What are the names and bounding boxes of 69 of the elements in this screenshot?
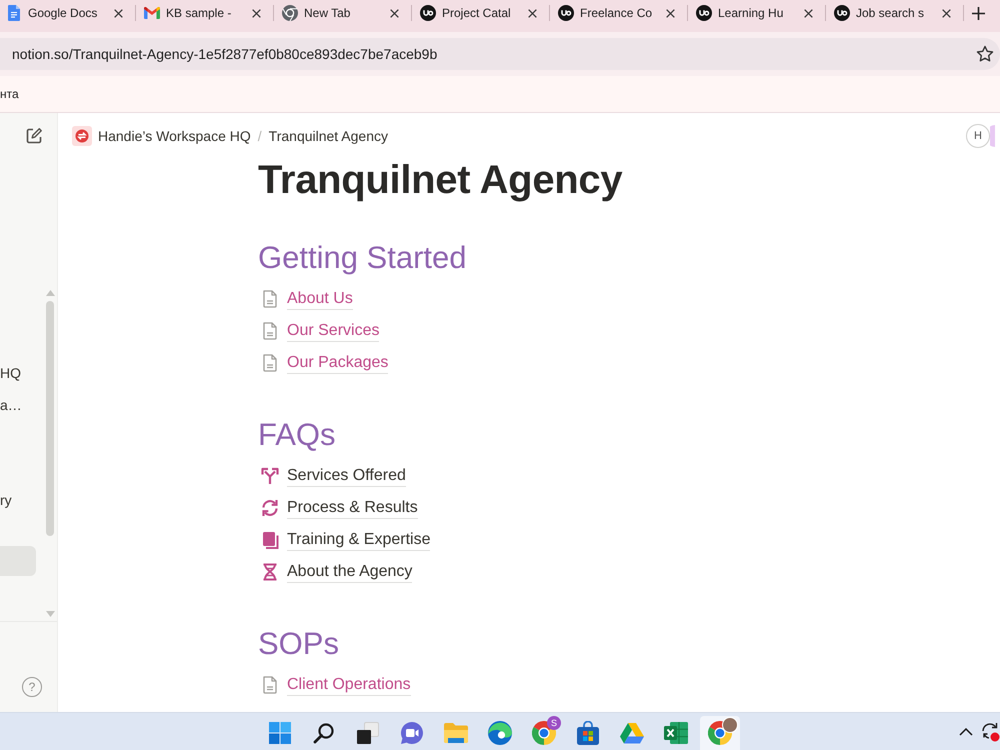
section-heading: FAQs <box>258 416 337 454</box>
mail-icon <box>144 7 160 19</box>
document-icon <box>8 5 20 21</box>
video-chat-icon <box>400 721 424 745</box>
browser-tab[interactable]: Job search s <box>828 0 963 26</box>
sidebar-item[interactable]: ry <box>0 485 36 515</box>
section-heading: SOPs <box>258 625 340 663</box>
page-title: Tranquilnet Agency <box>258 158 624 202</box>
page-icon <box>262 354 278 372</box>
close-icon[interactable] <box>252 8 261 18</box>
ring-logo-icon <box>282 5 298 21</box>
page-link[interactable]: Client Operations <box>287 674 411 696</box>
page-icon <box>262 290 278 308</box>
scrollbar-thumb[interactable] <box>46 301 54 536</box>
page-link[interactable]: Training & Expertise <box>287 529 430 551</box>
profile-badge: S <box>547 716 561 730</box>
close-icon[interactable] <box>666 8 675 18</box>
browser-tab[interactable]: Learning Hu <box>690 0 825 26</box>
swirl-icon <box>488 721 512 745</box>
close-icon[interactable] <box>528 8 537 18</box>
close-icon[interactable] <box>114 8 123 18</box>
round-logo-icon <box>420 5 436 21</box>
bookmark-item[interactable]: нта <box>0 82 19 106</box>
page-icon <box>262 322 278 340</box>
user-avatar[interactable]: H <box>966 124 990 148</box>
breadcrumb-separator: / <box>258 128 262 144</box>
section-heading: Getting Started <box>258 239 468 277</box>
avatar-icon <box>990 124 995 146</box>
overlapping-squares-icon <box>357 722 379 744</box>
taskbar-button[interactable]: S <box>524 716 564 750</box>
folder-icon <box>444 723 468 743</box>
refresh-icon <box>261 499 279 517</box>
chevron-up-icon[interactable] <box>959 728 973 736</box>
page-link[interactable]: Process & Results <box>287 497 418 519</box>
close-icon[interactable] <box>804 8 813 18</box>
spreadsheet-icon <box>664 722 688 744</box>
sidebar-item[interactable]: HQ <box>0 358 36 388</box>
edit-icon[interactable] <box>25 126 43 144</box>
page-link[interactable]: Our Packages <box>287 352 388 374</box>
page-link[interactable]: Our Services <box>287 320 380 342</box>
page-icon <box>262 676 278 694</box>
breadcrumb-link[interactable]: Handie’s Workspace HQ <box>98 128 251 144</box>
split-arrow-icon <box>261 467 279 485</box>
shopping-bag-icon <box>577 721 599 745</box>
breadcrumb-link[interactable]: Tranquilnet Agency <box>268 128 388 144</box>
round-logo-icon <box>834 5 850 21</box>
page-link[interactable]: About Us <box>287 288 353 310</box>
sidebar-item[interactable]: a… <box>0 390 36 420</box>
search-icon <box>313 722 335 744</box>
round-logo-icon <box>558 5 574 21</box>
sync-icon[interactable] <box>980 722 1000 742</box>
close-icon[interactable] <box>942 8 951 18</box>
browser-tab[interactable]: New Tab <box>276 0 411 26</box>
browser-tab[interactable]: Google Docs <box>0 0 135 26</box>
triangle-icon <box>620 722 644 744</box>
page-link[interactable]: Services Offered <box>287 465 406 487</box>
browser-tab[interactable]: Freelance Co <box>552 0 687 26</box>
close-icon[interactable] <box>390 8 399 18</box>
browser-tab[interactable]: Project Catal <box>414 0 549 26</box>
page-link[interactable]: About the Agency <box>287 561 412 583</box>
round-logo-icon <box>696 5 712 21</box>
plus-icon[interactable] <box>972 6 984 20</box>
star-icon[interactable] <box>976 45 994 63</box>
swap-arrows-icon <box>72 126 92 146</box>
address-field[interactable]: notion.so/Tranquilnet-Agency-1e5f2877ef0b80ce893dec7be7aceb9b <box>0 38 1000 70</box>
dna-icon <box>262 563 278 581</box>
browser-tab[interactable]: KB sample - <box>138 0 273 26</box>
four-squares-icon <box>269 722 291 744</box>
book-icon <box>262 531 278 549</box>
